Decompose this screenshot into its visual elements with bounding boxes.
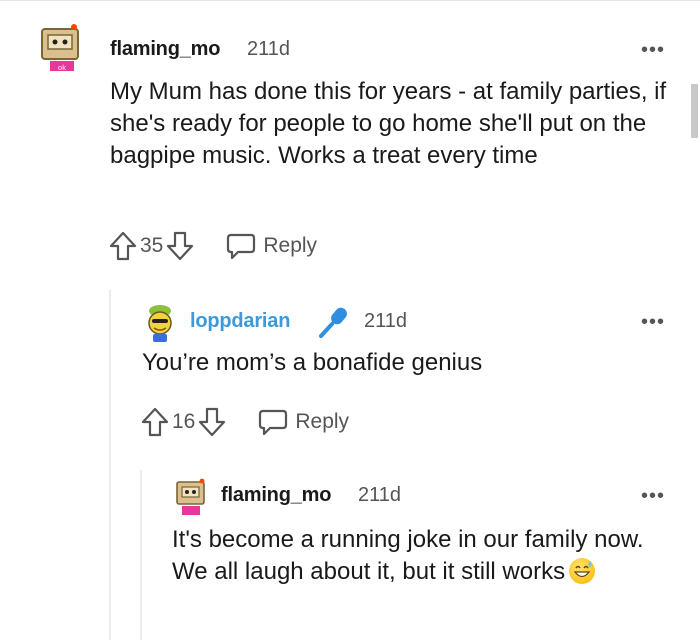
- comment-author[interactable]: flaming_mo: [221, 484, 331, 507]
- comment: ok flaming_mo 211d ••• My Mum has done t…: [0, 0, 700, 290]
- reply-icon: [259, 409, 288, 436]
- more-icon[interactable]: •••: [641, 486, 665, 506]
- microphone-icon: [319, 307, 347, 338]
- avatar[interactable]: ok: [38, 23, 84, 77]
- comment-body: It's become a running joke in our family…: [172, 524, 672, 588]
- comment-age: 211d: [358, 484, 402, 506]
- avatar[interactable]: [173, 477, 209, 517]
- downvote-icon[interactable]: [165, 230, 195, 262]
- comment-author[interactable]: loppdarian: [190, 310, 290, 333]
- comment-author[interactable]: flaming_mo: [110, 38, 220, 61]
- avatar[interactable]: [142, 303, 178, 343]
- reply-button[interactable]: Reply: [225, 231, 317, 261]
- comment-body: My Mum has done this for years - at fami…: [110, 78, 667, 169]
- reply-label: Reply: [263, 234, 318, 257]
- downvote-icon[interactable]: [197, 406, 227, 438]
- comment-actions: 35 Reply: [108, 229, 317, 263]
- reply-label: Reply: [295, 410, 350, 433]
- more-icon[interactable]: •••: [641, 40, 665, 60]
- grinning-sweat-emoji: [569, 558, 596, 584]
- comment: flaming_mo 211d ••• It's become a runnin…: [0, 470, 700, 640]
- reply-button[interactable]: Reply: [257, 407, 349, 437]
- upvote-icon[interactable]: [140, 406, 170, 438]
- upvote-icon[interactable]: [108, 230, 138, 262]
- comment-actions: 16 Reply: [140, 405, 349, 439]
- more-icon[interactable]: •••: [641, 312, 665, 332]
- vote-count: 16: [172, 410, 196, 433]
- vote-count: 35: [140, 234, 164, 257]
- reply-icon: [227, 233, 256, 260]
- svg-text:ok: ok: [58, 64, 67, 72]
- comment-age: 211d: [247, 38, 291, 60]
- comment-body: You’re mom’s a bonafide genius: [142, 349, 483, 376]
- comment-age: 211d: [364, 310, 408, 332]
- comment: loppdarian 211d ••• You’re mom’s a bonaf…: [0, 290, 700, 470]
